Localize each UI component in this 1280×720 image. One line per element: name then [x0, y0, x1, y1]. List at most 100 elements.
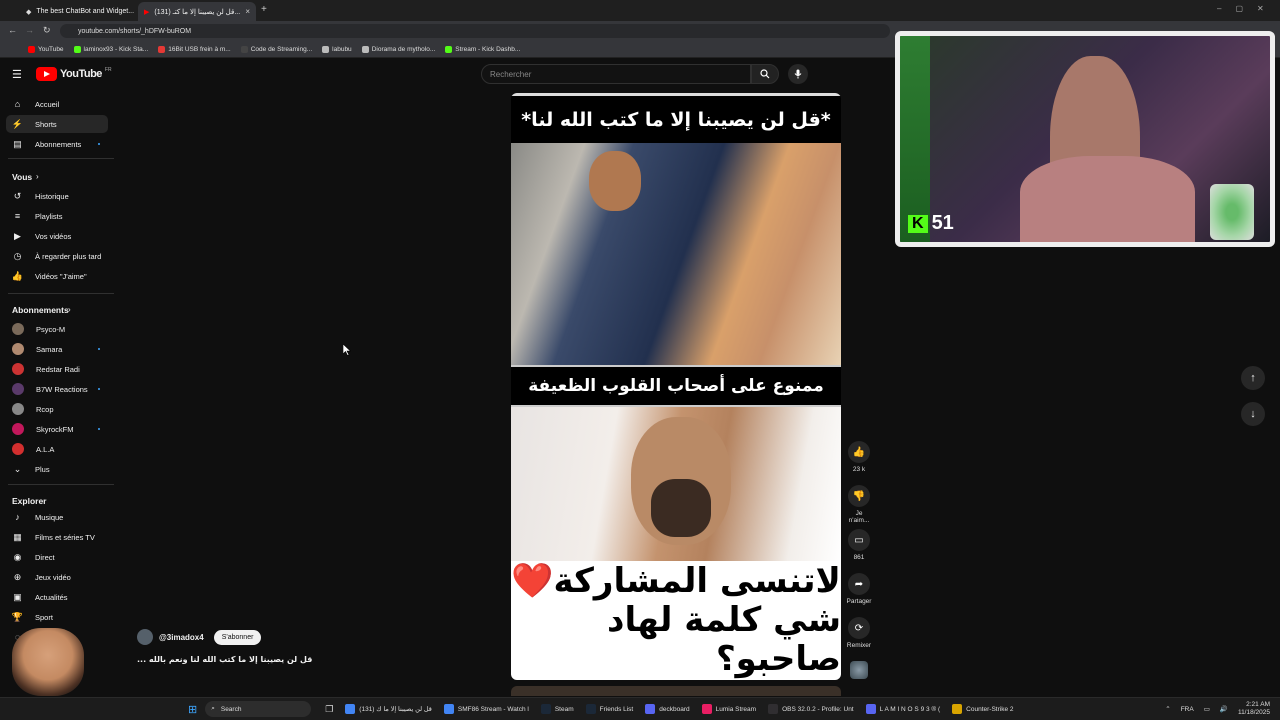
bookmark-item[interactable]: 16Bit USB frein à m...: [158, 45, 231, 53]
sidebar-item[interactable]: 👍 Vidéos "J'aime": [6, 267, 108, 285]
tray-chevron-icon[interactable]: ⌃: [1165, 705, 1170, 713]
subscription-item[interactable]: A.L.A: [6, 440, 108, 458]
search-input[interactable]: Rechercher: [481, 64, 751, 84]
sidebar-item[interactable]: ⌂ Accueil: [6, 95, 108, 113]
sidebar-item[interactable]: ⌄ Plus: [6, 460, 108, 478]
subscription-label: Rcop: [36, 404, 54, 414]
subscription-item[interactable]: Psyco-M: [6, 320, 108, 338]
subscription-item[interactable]: Redstar Radi: [6, 360, 108, 378]
sidebar-item[interactable]: ⚡ Shorts: [6, 115, 108, 133]
subscription-item[interactable]: Rcop: [6, 400, 108, 418]
taskbar-app[interactable]: deckboard: [645, 704, 690, 714]
music-icon: ♪: [15, 512, 20, 522]
taskbar-app[interactable]: Steam: [540, 704, 574, 714]
home-icon: ⌂: [14, 99, 21, 109]
subscriptions-heading[interactable]: Abonnements: [12, 305, 69, 315]
taskbar-app[interactable]: L A M I N O S 9 3 ® (: [865, 704, 941, 714]
bookmark-item[interactable]: YouTube: [28, 45, 64, 53]
sidebar-item[interactable]: ◷ À regarder plus tard: [6, 247, 108, 265]
sidebar-item[interactable]: 🏆 Sport: [6, 608, 108, 626]
tab-label: The best ChatBot and Widget...: [36, 8, 135, 15]
youtube-logo[interactable]: YouTube FR: [36, 66, 112, 82]
taskbar: ⊞ ⌕ Search ❐ (131) قل لن يصيبنا إلا ما ك S…: [0, 697, 1280, 720]
tab-label: (131) قل لن يصيبنا إلا ما كتـ...: [154, 8, 241, 16]
bookmark-item[interactable]: laminox93 - Kick Sta...: [73, 45, 148, 53]
sidebar-item[interactable]: ♪ Musique: [6, 508, 108, 526]
short-action-button[interactable]: 👍 23 k: [845, 441, 873, 473]
network-icon[interactable]: ▭: [1204, 705, 1210, 713]
browser-tab[interactable]: ◆ The best ChatBot and Widget... ×: [20, 2, 135, 21]
search-button[interactable]: [751, 64, 779, 84]
short-title[interactable]: ... قل لن يصيبنا إلا ما كتب الله لنا ونع…: [137, 655, 312, 664]
short-video[interactable]: *قل لن يصيبنا إلا ما كتب الله لنا* ممنوع…: [511, 93, 841, 680]
close-tab-icon[interactable]: ×: [245, 7, 250, 16]
short-action-button[interactable]: ⟳ Remixer: [845, 617, 873, 649]
short-action-button[interactable]: ➦ Partager: [845, 573, 873, 605]
address-bar[interactable]: youtube.com/shorts/_hDFW-buROM: [60, 24, 890, 38]
app-icon: [865, 704, 876, 714]
sidebar-item[interactable]: ▤ Abonnements: [6, 135, 108, 153]
logo-text: YouTube: [60, 68, 102, 80]
dislike-icon: 👎: [848, 485, 870, 507]
taskbar-search[interactable]: ⌕ Search: [205, 701, 312, 717]
you-heading[interactable]: Vous: [12, 172, 32, 182]
channel-avatar[interactable]: [137, 629, 153, 645]
new-tab-icon[interactable]: +: [261, 4, 267, 15]
sidebar-item-label: Abonnements: [35, 139, 82, 149]
window-controls-icon[interactable]: –▢✕: [1217, 4, 1278, 13]
like-icon: 👍: [848, 441, 870, 463]
previous-short-button[interactable]: ↑: [1241, 366, 1265, 390]
sidebar-item[interactable]: ≡ Playlists: [6, 207, 108, 225]
subscription-label: Redstar Radi: [36, 364, 80, 374]
bookmark-item[interactable]: Diorama de mytholo...: [361, 45, 435, 53]
back-icon[interactable]: ←: [8, 25, 17, 35]
taskbar-app[interactable]: SMF86 Stream - Watch l: [443, 704, 529, 714]
windows-start-icon[interactable]: ⊞: [188, 703, 197, 716]
taskbar-app[interactable]: OBS 32.0.2 - Profile: Unt: [768, 704, 854, 714]
menu-icon[interactable]: ☰: [12, 68, 22, 81]
sidebar-item[interactable]: ⊕ Jeux vidéo: [6, 568, 108, 586]
sidebar-item-label: Films et séries TV: [35, 532, 95, 542]
sidebar-item-label: À regarder plus tard: [35, 251, 102, 261]
taskbar-apps: ❐ (131) قل لن يصيبنا إلا ما ك SMF86 Stream…: [325, 704, 1014, 715]
taskbar-app[interactable]: (131) قل لن يصيبنا إلا ما ك: [345, 704, 432, 714]
bookmark-item[interactable]: labubu: [322, 45, 352, 53]
bookmark-item[interactable]: Code de Streaming...: [240, 45, 312, 53]
clock-date: 11/18/2025: [1237, 709, 1270, 716]
channel-name[interactable]: @3imadox4: [159, 633, 204, 642]
short-action-button[interactable]: 👎 Je n'aim...: [845, 485, 873, 524]
watch-later-icon: ◷: [13, 250, 22, 261]
bookmark-favicon-icon: [322, 45, 330, 53]
subscription-item[interactable]: B7W Reactions: [6, 380, 108, 398]
sidebar-item[interactable]: ↺ Historique: [6, 187, 108, 205]
next-short-button[interactable]: ↓: [1241, 402, 1265, 426]
volume-icon[interactable]: 🔊: [1220, 705, 1228, 713]
sound-avatar[interactable]: [850, 661, 868, 679]
sidebar-item[interactable]: ◉ Direct: [6, 548, 108, 566]
sidebar-item-label: Accueil: [35, 99, 60, 109]
subscription-item[interactable]: SkyrockFM: [6, 420, 108, 438]
short-action-button[interactable]: ▭ 861: [845, 529, 873, 561]
sidebar-item[interactable]: ▣ Actualités: [6, 588, 108, 606]
reload-icon[interactable]: ↻: [43, 25, 51, 36]
browser-tab-active[interactable]: ▶ (131) قل لن يصيبنا إلا ما كتـ... ×: [138, 2, 256, 21]
voice-search-button[interactable]: [788, 64, 808, 84]
subscription-item[interactable]: Samara: [6, 340, 108, 358]
task-view-icon[interactable]: ❐: [325, 704, 333, 715]
forward-icon[interactable]: →: [25, 25, 34, 35]
sidebar-item[interactable]: ▶ Vos vidéos: [6, 227, 108, 245]
sidebar-divider: [8, 484, 114, 485]
action-label: Remixer: [846, 642, 872, 649]
taskbar-app[interactable]: Friends List: [585, 704, 633, 714]
sidebar-item[interactable]: ▦ Films et séries TV: [6, 528, 108, 546]
clock[interactable]: 2:21 AM 11/18/2025: [1238, 701, 1270, 717]
language-indicator[interactable]: FRA: [1181, 706, 1194, 713]
subscribe-button[interactable]: S'abonner: [213, 629, 262, 645]
search-placeholder: Rechercher: [490, 70, 532, 79]
next-short-preview[interactable]: [511, 686, 841, 696]
taskbar-app[interactable]: Lumia Stream: [701, 704, 756, 714]
url-text: youtube.com/shorts/_hDFW-buROM: [78, 27, 192, 35]
taskbar-app[interactable]: Counter-Strike 2: [952, 704, 1014, 714]
bookmark-item[interactable]: Stream - Kick Dashb...: [445, 45, 520, 53]
app-label: L A M I N O S 9 3 ® (: [879, 705, 941, 713]
